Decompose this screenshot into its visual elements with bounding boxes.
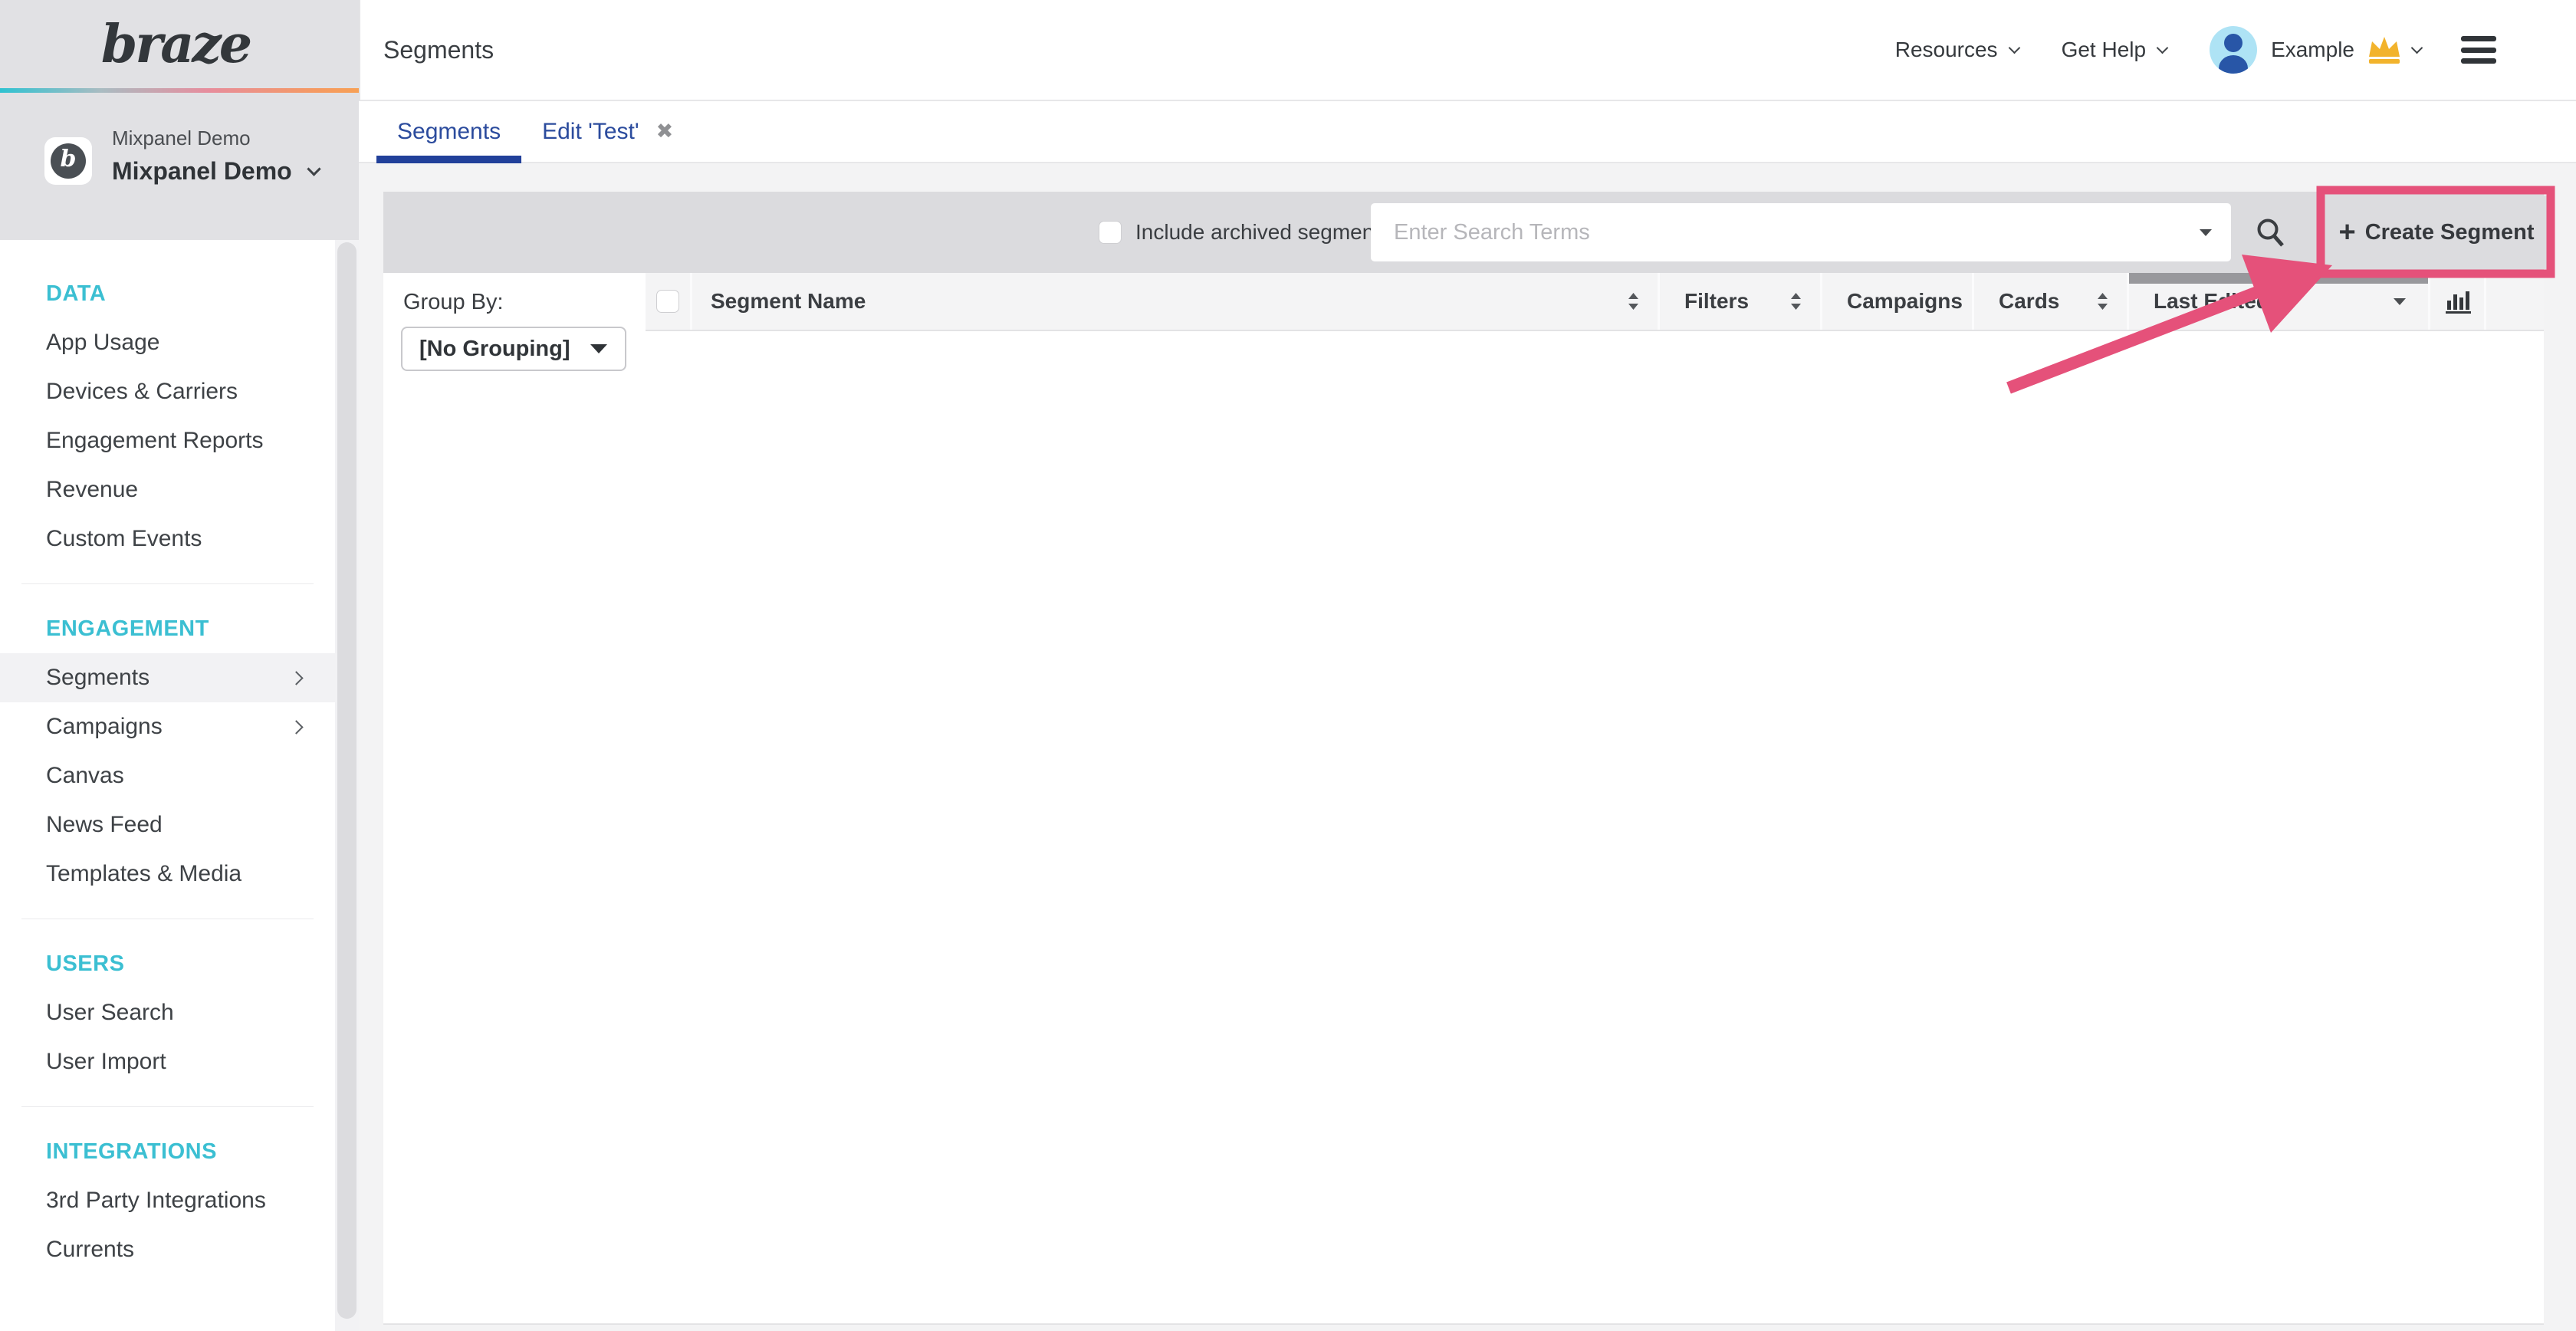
sidebar-section-data: DATA	[0, 269, 335, 318]
sidebar-item-user-search[interactable]: User Search	[0, 988, 335, 1037]
column-dropdown-caret-icon[interactable]	[2393, 297, 2407, 306]
sort-icon[interactable]	[2097, 291, 2108, 312]
workspace-switcher[interactable]: b Mixpanel Demo Mixpanel Demo	[0, 93, 359, 240]
workspace-avatar-letter: b	[61, 148, 77, 174]
column-filters[interactable]: Filters	[1658, 273, 1820, 330]
tab-bar: Segments Edit 'Test' ✖	[359, 101, 2576, 163]
get-help-menu[interactable]: Get Help	[2062, 38, 2167, 62]
group-by-value: [No Grouping]	[419, 337, 570, 362]
sidebar-item-app-usage[interactable]: App Usage	[0, 318, 335, 367]
sidebar-item-user-import[interactable]: User Import	[0, 1037, 335, 1086]
tab-edit-test[interactable]: Edit 'Test' ✖	[521, 101, 694, 162]
chevron-right-icon	[289, 720, 303, 734]
column-cards[interactable]: Cards	[1972, 273, 2127, 330]
column-spare	[2484, 273, 2544, 330]
plus-icon: +	[2338, 218, 2355, 247]
account-name: Example	[2271, 38, 2354, 62]
sidebar-item-label: Segments	[46, 665, 150, 690]
select-all-cell	[646, 273, 690, 330]
column-label: Cards	[1999, 289, 2059, 314]
sidebar-item-news-feed[interactable]: News Feed	[0, 800, 335, 850]
sort-icon[interactable]	[1628, 291, 1639, 312]
hamburger-menu-icon[interactable]	[2461, 36, 2496, 64]
column-label: Campaigns	[1847, 289, 1963, 314]
page-title: Segments	[383, 0, 494, 100]
workspace-avatar-circle: b	[51, 143, 86, 179]
column-analytics[interactable]	[2428, 273, 2484, 330]
column-label: Last Edited	[2154, 289, 2269, 314]
sidebar-item-3rd-party-integrations[interactable]: 3rd Party Integrations	[0, 1176, 335, 1225]
workspace-name: Mixpanel Demo	[112, 157, 292, 186]
include-archived-label[interactable]: Include archived segments	[1135, 192, 1391, 273]
resources-label: Resources	[1895, 38, 1998, 62]
group-by-label: Group By:	[403, 290, 504, 315]
chevron-down-icon	[307, 162, 320, 176]
column-campaigns[interactable]: Campaigns	[1820, 273, 1972, 330]
chevron-down-icon	[2008, 41, 2020, 54]
tab-segments[interactable]: Segments	[376, 101, 521, 162]
sidebar-divider	[21, 1106, 314, 1107]
sidebar-item-revenue[interactable]: Revenue	[0, 465, 335, 514]
sidebar-section-integrations: INTEGRATIONS	[0, 1127, 335, 1176]
search-icon[interactable]	[2254, 216, 2286, 248]
sidebar-nav: DATA App Usage Devices & Carriers Engage…	[0, 240, 335, 1331]
avatar-head	[2224, 34, 2242, 52]
sidebar-item-currents[interactable]: Currents	[0, 1225, 335, 1274]
search-dropdown-caret-icon[interactable]	[2199, 228, 2213, 237]
sidebar-divider	[21, 583, 314, 584]
group-by-select[interactable]: [No Grouping]	[401, 327, 626, 371]
bar-chart-icon	[2443, 288, 2471, 314]
column-label: Filters	[1684, 289, 1749, 314]
sidebar-item-segments[interactable]: Segments	[0, 653, 335, 702]
include-archived-checkbox[interactable]	[1099, 221, 1122, 244]
sidebar-item-canvas[interactable]: Canvas	[0, 751, 335, 800]
crown-icon	[2367, 35, 2402, 64]
avatar-body	[2219, 55, 2248, 74]
braze-logo[interactable]: braze	[101, 14, 258, 75]
sidebar-item-devices-carriers[interactable]: Devices & Carriers	[0, 367, 335, 416]
sidebar-item-templates-media[interactable]: Templates & Media	[0, 850, 335, 899]
dropdown-caret-icon	[590, 343, 608, 354]
chevron-right-icon	[289, 671, 303, 685]
select-all-checkbox[interactable]	[656, 290, 679, 313]
group-by-panel: Group By: [No Grouping]	[383, 273, 646, 1325]
column-last-edited[interactable]: Last Edited	[2127, 273, 2428, 330]
chevron-down-icon[interactable]	[2411, 41, 2423, 54]
sidebar-section-engagement: ENGAGEMENT	[0, 604, 335, 653]
segments-table-body	[646, 331, 2544, 1325]
workspace-avatar: b	[44, 137, 92, 185]
sidebar-section-users: USERS	[0, 939, 335, 988]
workspace-label: Mixpanel Demo	[112, 127, 251, 150]
top-bar: Segments Resources Get Help Example	[359, 0, 2576, 101]
close-icon[interactable]: ✖	[656, 121, 674, 142]
create-segment-button[interactable]: + Create Segment	[2325, 196, 2548, 269]
create-segment-label: Create Segment	[2365, 220, 2535, 245]
user-avatar[interactable]	[2210, 26, 2257, 74]
tab-label: Edit 'Test'	[542, 119, 639, 145]
search-input[interactable]	[1371, 203, 2231, 261]
sidebar-scrollbar-thumb[interactable]	[337, 242, 356, 1319]
segments-table-header: Segment Name Filters Campaigns Cards	[646, 273, 2544, 331]
resources-menu[interactable]: Resources	[1895, 38, 2019, 62]
column-label: Segment Name	[711, 289, 866, 314]
segments-toolbar: Include archived segments + Create Segme…	[383, 192, 2544, 273]
chevron-down-icon	[2157, 41, 2169, 54]
column-segment-name[interactable]: Segment Name	[690, 273, 1658, 330]
sidebar-item-engagement-reports[interactable]: Engagement Reports	[0, 416, 335, 465]
sidebar-logo-block: braze	[0, 0, 359, 88]
sidebar-item-custom-events[interactable]: Custom Events	[0, 514, 335, 564]
sidebar-scrollbar-track[interactable]	[335, 240, 359, 1331]
braze-dashboard: braze b Mixpanel Demo Mixpanel Demo DATA…	[0, 0, 2576, 1331]
tab-label: Segments	[397, 119, 501, 145]
sidebar-item-campaigns[interactable]: Campaigns	[0, 702, 335, 751]
sidebar-item-label: Campaigns	[46, 714, 163, 739]
get-help-label: Get Help	[2062, 38, 2147, 62]
sort-icon[interactable]	[1790, 291, 1802, 312]
